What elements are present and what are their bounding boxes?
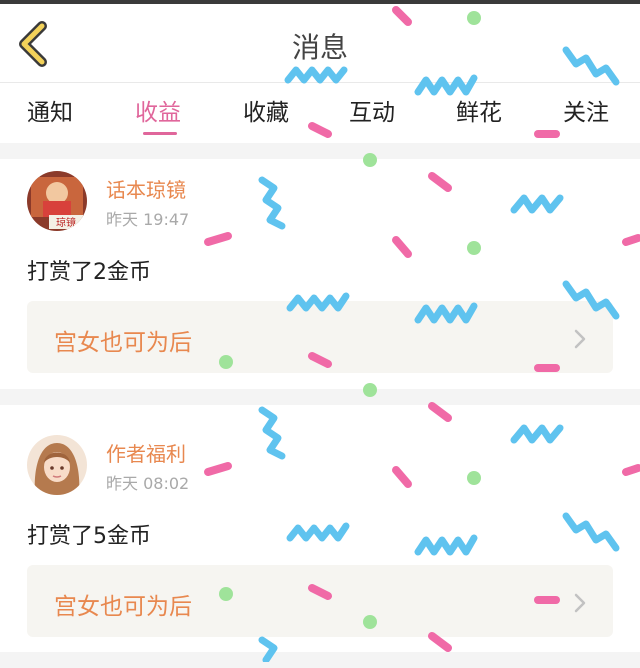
reward-action-text: 打赏了2金币 [27, 260, 151, 285]
book-title: 宫女也可为后 [54, 594, 192, 620]
chevron-right-icon [574, 329, 586, 349]
chevron-right-icon [574, 593, 586, 613]
sender-name[interactable]: 话本琼镜 [106, 174, 186, 203]
user-portrait-icon [27, 435, 87, 495]
page-title: 消息 [291, 31, 348, 64]
header: 消息 [0, 4, 640, 83]
timestamp: 昨天 19:47 [106, 210, 190, 229]
active-tab-indicator [143, 132, 177, 135]
avatar[interactable] [27, 435, 87, 495]
tab-bar: 通知 收益 收藏 互动 鲜花 关注 [0, 83, 640, 143]
avatar-text: 琼镜 [56, 216, 76, 229]
tab-interactions[interactable]: 互动 [349, 93, 395, 127]
tab-favorites[interactable]: 收藏 [243, 93, 289, 127]
tab-notifications[interactable]: 通知 [27, 93, 73, 127]
book-title: 宫女也可为后 [54, 330, 192, 356]
section-divider [0, 143, 640, 159]
tab-earnings[interactable]: 收益 [135, 93, 181, 127]
book-link[interactable]: 宫女也可为后 [27, 301, 613, 373]
avatar[interactable]: 琼镜 [27, 171, 87, 231]
timestamp: 昨天 08:02 [106, 474, 190, 493]
book-cover-avatar-icon: 琼镜 [27, 171, 87, 231]
tab-following[interactable]: 关注 [563, 93, 609, 127]
book-link[interactable]: 宫女也可为后 [27, 565, 613, 637]
section-divider [0, 652, 640, 668]
section-divider [0, 389, 640, 405]
tab-flowers[interactable]: 鲜花 [456, 93, 502, 127]
sender-name[interactable]: 作者福利 [106, 438, 186, 467]
reward-action-text: 打赏了5金币 [27, 524, 151, 549]
